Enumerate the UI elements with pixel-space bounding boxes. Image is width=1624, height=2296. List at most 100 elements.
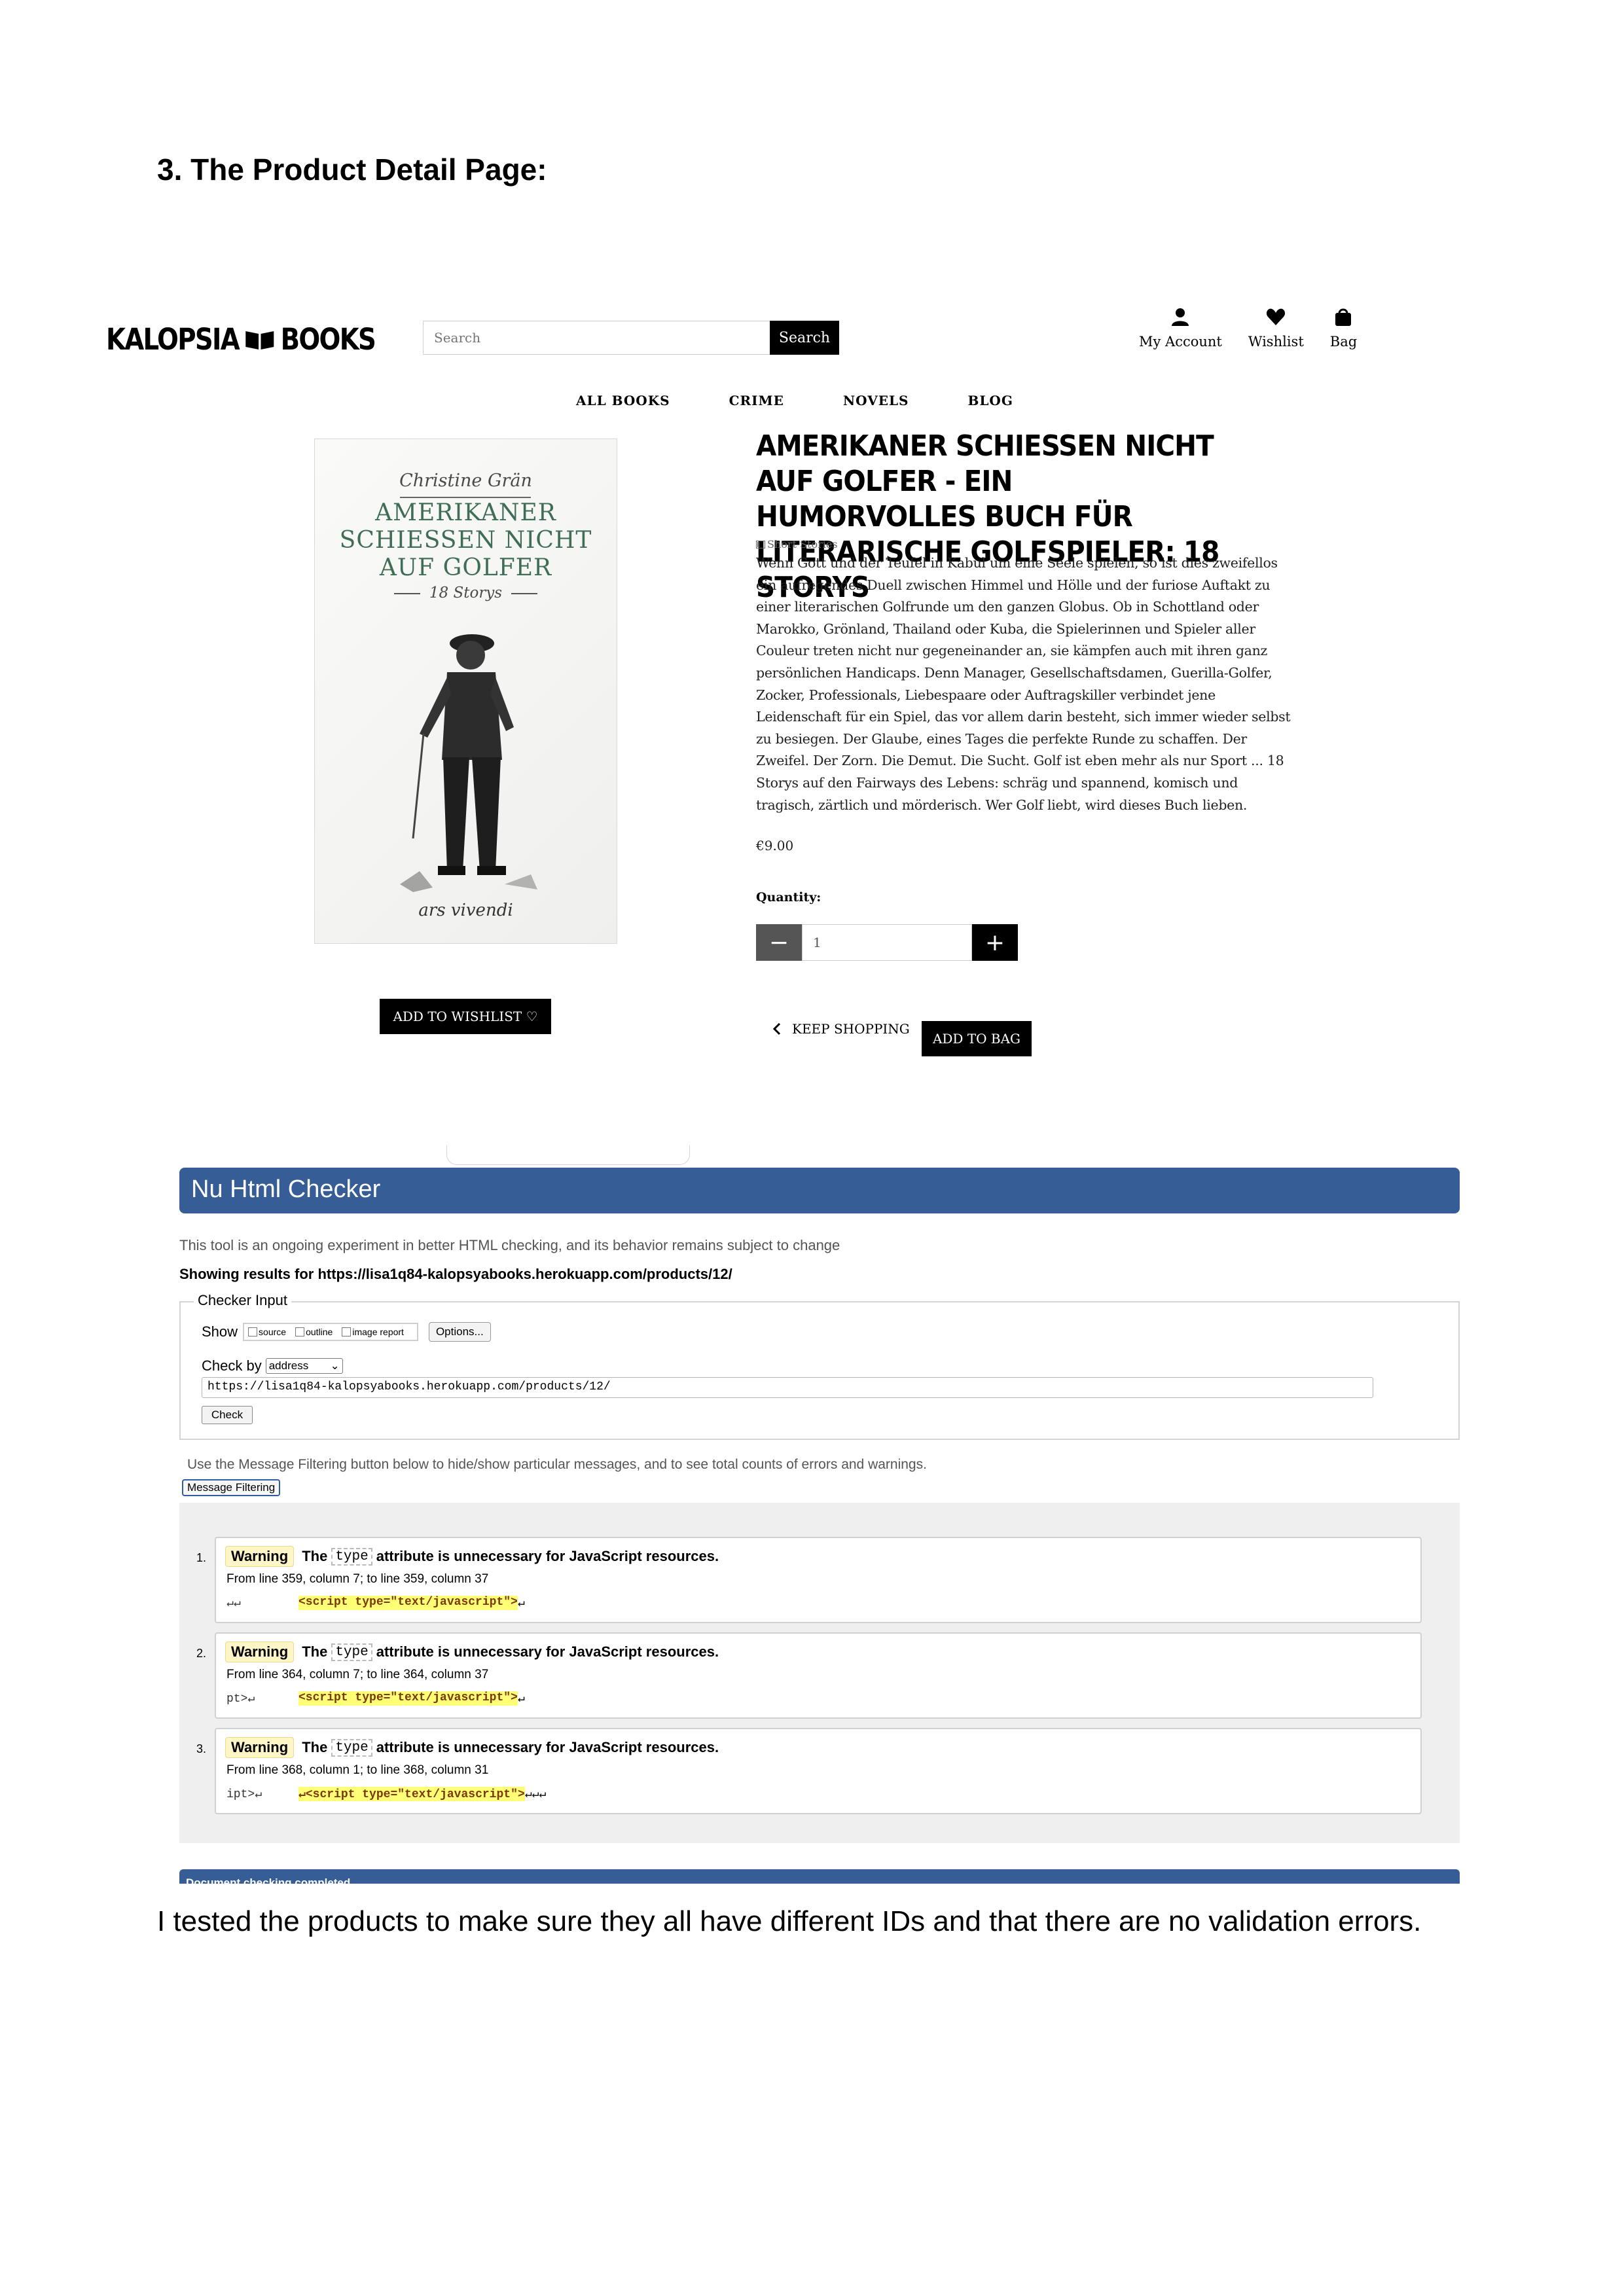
menu-item-novels[interactable]: NOVELS [843,393,909,408]
decrement-button[interactable]: − [756,924,802,961]
checker-input-fieldset: Checker Input Show source outline image … [179,1292,1460,1440]
fieldset-legend: Checker Input [194,1292,291,1309]
options-button[interactable]: Options... [428,1322,491,1342]
check-button[interactable]: Check [202,1406,253,1424]
extract-context: pt>↵ [226,1693,255,1706]
show-options: source outline image report [243,1323,418,1341]
product-detail-screenshot: KALOPSIA BOOKS Search My Account Wishlis… [98,288,1407,1060]
keep-shopping-label: KEEP SHOPPING [792,1021,910,1037]
book-cover-image: Christine Grän AMERIKANER SCHIESSEN NICH… [314,439,617,944]
bag-label: Bag [1329,334,1358,350]
results-for: Showing results for https://lisa1q84-kal… [179,1266,732,1282]
document-checking-completed-bar: Document checking completed. [179,1869,1460,1884]
chevron-left-icon [772,1022,781,1035]
warning-badge: Warning [225,1546,295,1567]
checkbox[interactable] [248,1327,258,1336]
message-text: The [302,1739,328,1755]
faint-tab-outline [446,1145,690,1165]
cover-subtitle-text: 18 Storys [429,584,503,601]
check-by-row: Check by address ⌄ [202,1357,343,1374]
message-location[interactable]: From line 359, column 7; to line 359, co… [226,1572,488,1587]
messages-area: 1. Warning The type attribute is unneces… [179,1503,1460,1843]
user-icon [1172,308,1189,326]
open-book-icon [245,329,275,351]
search-input[interactable] [423,321,770,355]
option-label: source [259,1327,287,1337]
section-heading: 3. The Product Detail Page: [157,152,547,187]
html-validator-screenshot: Nu Html Checker This tool is an ongoing … [178,1145,1461,1892]
cover-author: Christine Grän [399,471,532,491]
my-account-label: My Account [1139,334,1222,350]
cover-subtitle: 18 Storys [315,584,617,601]
extract-highlight: <script type="text/javascript"> [298,1691,518,1706]
wishlist-label: Wishlist [1248,334,1304,350]
keep-shopping-link[interactable]: KEEP SHOPPING [772,1021,910,1037]
menu-item-all-books[interactable]: ALL BOOKS [576,393,670,408]
code-chip: type [331,1738,372,1757]
checkbox[interactable] [342,1327,352,1336]
category-label: Short Stories [767,538,838,550]
message-location[interactable]: From line 364, column 7; to line 364, co… [226,1668,488,1682]
add-to-wishlist-label: ADD TO WISHLIST [393,1009,522,1024]
extract-after: ↵ [517,1597,525,1610]
message-text: attribute is unnecessary for JavaScript … [376,1643,719,1660]
caption-paragraph: I tested the products to make sure they … [157,1905,1422,1937]
check-by-select[interactable]: address ⌄ [265,1358,343,1374]
shopping-bag-icon [1335,308,1352,326]
logo-text-left: KALOPSIA [106,322,240,357]
show-source-option[interactable]: source [248,1327,286,1337]
message-location[interactable]: From line 368, column 1; to line 368, co… [226,1763,488,1778]
warning-badge: Warning [225,1737,295,1758]
add-to-wishlist-button[interactable]: ADD TO WISHLIST ♡ [380,999,551,1034]
warning-message: 1. Warning The type attribute is unneces… [196,1537,1422,1623]
warning-message: 3. Warning The type attribute is unneces… [196,1728,1422,1814]
url-input[interactable]: https://lisa1q84-kalopsyabooks.herokuapp… [202,1377,1373,1398]
show-row: Show source outline image report Options… [202,1322,491,1342]
validator-tagline: This tool is an ongoing experiment in be… [179,1237,840,1253]
product-category[interactable]: Short Stories [756,538,838,550]
bag-link[interactable]: Bag [1330,306,1357,350]
message-filtering-button[interactable]: Message Filtering [182,1479,281,1496]
show-image-report-option[interactable]: image report [342,1327,404,1337]
show-label: Show [202,1323,238,1340]
code-chip: type [331,1643,372,1661]
extract-context: ipt>↵ [226,1788,262,1801]
extract-highlight: ↵<script type="text/javascript"> [298,1787,525,1801]
warning-message: 2. Warning The type attribute is unneces… [196,1632,1422,1719]
message-number: 2. [196,1647,207,1660]
heart-outline-icon: ♡ [526,1009,538,1024]
message-number: 1. [196,1551,207,1564]
extract-after: ↵ [517,1693,525,1706]
extract-after: ↵↵↵ [524,1788,547,1801]
message-text: The [302,1643,328,1660]
show-outline-option[interactable]: outline [295,1327,333,1337]
golfer-illustration [400,634,537,892]
message-text: attribute is unnecessary for JavaScript … [376,1739,719,1755]
cover-divider [400,497,531,498]
site-logo[interactable]: KALOPSIA BOOKS [106,322,376,357]
cover-title: AMERIKANER SCHIESSEN NICHT AUF GOLFER [315,499,617,582]
wishlist-link[interactable]: Wishlist [1248,306,1304,350]
cover-title-line: AMERIKANER [375,499,556,526]
search-button[interactable]: Search [770,321,839,355]
heart-icon [1267,308,1286,325]
extract-context: ↵↵ [226,1597,241,1610]
tag-icon [756,541,765,548]
increment-button[interactable]: + [972,924,1018,961]
menu-item-crime[interactable]: CRIME [729,393,784,408]
chevron-down-icon: ⌄ [330,1359,340,1372]
logo-text-right: BOOKS [280,322,376,357]
my-account-link[interactable]: My Account [1139,306,1222,350]
option-label: outline [306,1327,333,1337]
quantity-label: Quantity: [756,890,821,905]
quantity-input[interactable] [802,924,972,961]
checkbox[interactable] [295,1327,305,1336]
message-heading: Warning The type attribute is unnecessar… [225,1546,719,1567]
check-by-label: Check by [202,1357,262,1374]
quantity-stepper: − + [756,924,1018,961]
validator-header: Nu Html Checker [179,1168,1460,1213]
message-number: 3. [196,1742,207,1755]
menu-item-blog[interactable]: BLOG [967,393,1013,408]
cover-publisher: ars vivendi [418,901,513,920]
add-to-bag-button[interactable]: ADD TO BAG [922,1021,1032,1056]
